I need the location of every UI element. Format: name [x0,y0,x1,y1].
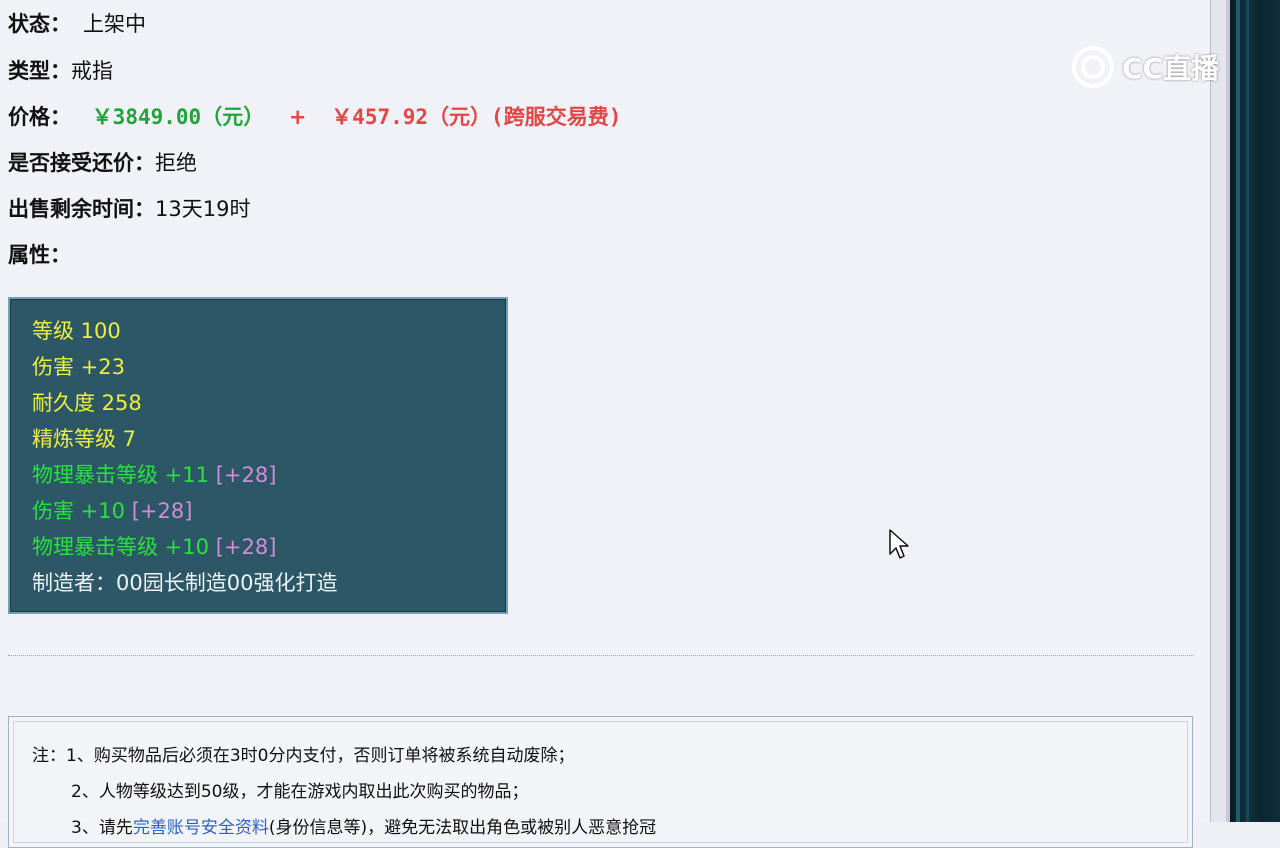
attr-damage-2-value: 伤害 +10 [32,499,125,523]
cc-logo-text: CC直播 [1122,52,1220,85]
notes-box: 注：1、购买物品后必须在3时0分内支付，否则订单将被系统自动废除； 2、人物等级… [8,716,1193,848]
attr-level: 等级 100 [32,319,121,343]
attributes-row: 属性： [8,241,71,269]
attributes-label: 属性： [8,243,71,267]
status-label: 状态： [8,12,71,36]
strip-bar-secondary [1246,0,1249,822]
price-main-value: ￥3849.00（元） [91,105,265,129]
item-detail-page: 状态： 上架中 类型：戒指 价格： ￥3849.00（元） + ￥457.92（元… [0,0,1210,848]
notes-inner-frame: 注：1、购买物品后必须在3时0分内支付，否则订单将被系统自动废除； 2、人物等级… [13,721,1188,843]
attr-physical-crit-2-bonus: [+28] [215,535,277,559]
mouse-pointer-icon [889,529,909,559]
attr-physical-crit-1: 物理暴击等级 +11 [+28] [32,460,276,490]
price-fee-value: ￥457.92（元）(跨服交易费) [331,105,622,129]
note-line-3: 3、请先完善账号安全资料(身份信息等)，避免无法取出角色或被别人恶意抢冠 [71,816,656,840]
section-divider [8,655,1194,656]
type-label: 类型： [8,59,71,83]
remaining-time-label: 出售剩余时间： [8,197,155,221]
status-value: 上架中 [83,12,146,36]
status-row: 状态： 上架中 [8,10,146,38]
attr-damage: 伤害 +23 [32,355,125,379]
note-line-3-prefix: 3、请先 [71,818,133,838]
cc-logo-icon [1072,46,1114,88]
attr-physical-crit-2: 物理暴击等级 +10 [+28] [32,532,276,562]
note-line-3-suffix: (身份信息等)，避免无法取出角色或被别人恶意抢冠 [268,818,657,838]
account-security-link[interactable]: 完善账号安全资料 [133,818,269,838]
bargain-value: 拒绝 [155,151,197,175]
attr-physical-crit-1-bonus: [+28] [215,463,277,487]
price-plus-sign: + [288,105,307,129]
note-line-2: 2、人物等级达到50级，才能在游戏内取出此次购买的物品； [71,782,529,802]
bargain-label: 是否接受还价： [8,151,155,175]
attr-durability: 耐久度 258 [32,391,142,415]
remaining-time-row: 出售剩余时间：13天19时 [8,195,250,223]
strip-bar [1236,0,1240,822]
attr-physical-crit-1-value: 物理暴击等级 +11 [32,463,209,487]
attr-maker: 制造者：00园长制造00强化打造 [32,571,338,595]
attr-refine-level: 精炼等级 7 [32,427,137,451]
attr-damage-2: 伤害 +10 [+28] [32,496,192,526]
side-decoration-strip [1230,0,1280,822]
type-value: 戒指 [71,59,113,83]
cc-live-watermark: CC直播 [1070,44,1219,90]
attr-damage-2-bonus: [+28] [131,499,193,523]
remaining-time-value: 13天19时 [155,197,251,221]
type-row: 类型：戒指 [8,57,113,85]
bargain-row: 是否接受还价：拒绝 [8,149,197,177]
note-line-1: 注：1、购买物品后必须在3时0分内支付，否则订单将被系统自动废除； [32,746,575,766]
price-label: 价格： [8,105,71,129]
attr-physical-crit-2-value: 物理暴击等级 +10 [32,535,209,559]
attributes-panel: 等级 100 伤害 +23 耐久度 258 精炼等级 7 物理暴击等级 +11 … [8,297,508,614]
price-row: 价格： ￥3849.00（元） + ￥457.92（元）(跨服交易费) [8,103,621,131]
